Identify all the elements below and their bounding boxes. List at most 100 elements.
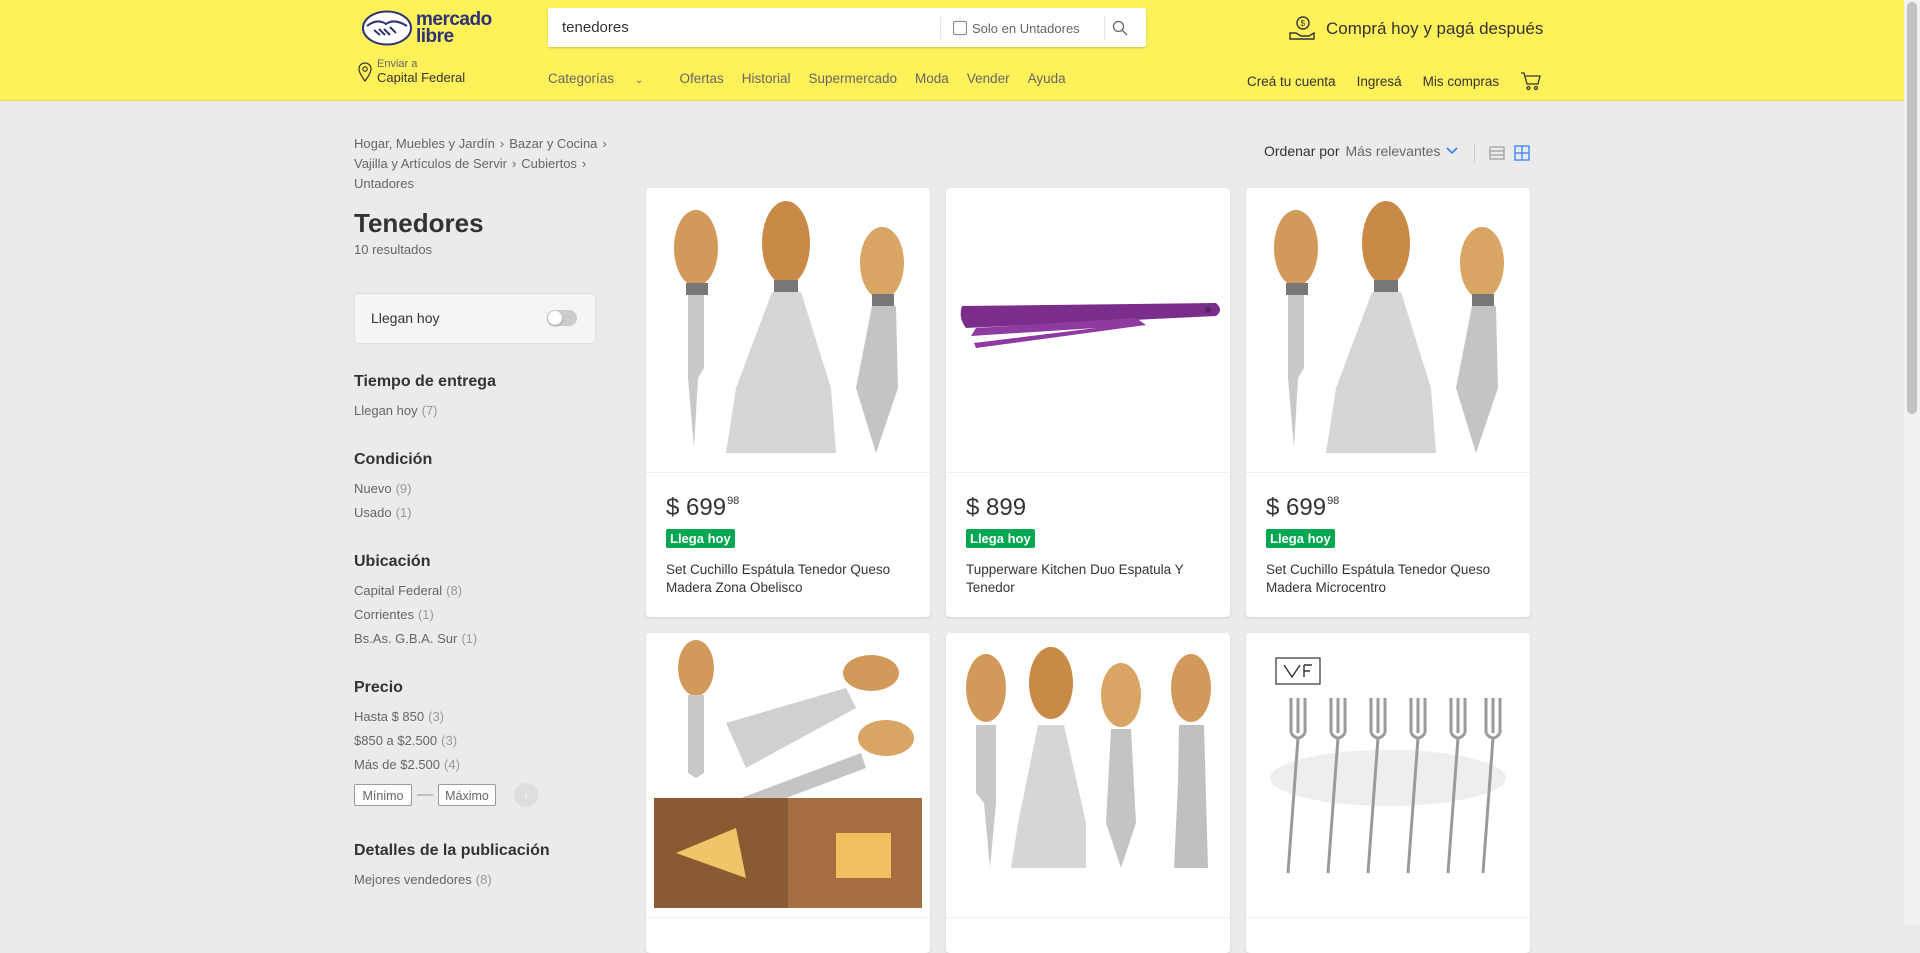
nav-supermercado[interactable]: Supermercado [808,71,897,86]
nav-ofertas[interactable]: Ofertas [679,71,723,86]
apply-price-button[interactable]: › [514,783,538,807]
product-title[interactable]: Tupperware Kitchen Duo Espatula Y Tenedo… [966,561,1206,597]
breadcrumb: Hogar, Muebles y Jardín › Bazar y Cocina › … [354,134,644,194]
filter-option[interactable]: Corrientes (1) [354,603,477,627]
purple-spatula-fork-image [960,303,1220,348]
product-card[interactable] [1246,633,1530,953]
result-count: 10 resultados [354,242,433,257]
filter-delivery: Tiempo de entrega Llegan hoy (7) [354,373,496,423]
filter-option[interactable]: Hasta $ 850 (3) [354,705,538,729]
filter-details: Detalles de la publicación Mejores vende… [354,842,550,892]
arrives-today-badge: Llega hoy [1266,529,1335,548]
list-view-icon[interactable] [1489,145,1505,161]
arrives-today-toggle-box: Llegan hoy [354,293,596,344]
nav-moda[interactable]: Moda [915,71,949,86]
search-button[interactable] [1104,16,1135,39]
view-toggle [1474,144,1530,162]
product-card[interactable] [646,633,930,953]
product-image[interactable] [646,188,930,473]
breadcrumb-item[interactable]: Vajilla y Artículos de Servir [354,156,507,171]
range-dash: — [417,786,433,803]
nav-historial[interactable]: Historial [742,71,791,86]
create-account-link[interactable]: Creá tu cuenta [1247,74,1336,89]
filter-price: Precio Hasta $ 850 (3) $850 a $2.500 (3) M… [354,679,538,807]
page-scrollbar[interactable] [1904,0,1920,925]
filter-option[interactable]: Mejores vendedores (8) [354,868,550,892]
search-icon [1112,20,1128,35]
product-card[interactable]: $ 69998 Llega hoy Set Cuchillo Espátula … [1246,188,1530,617]
grid-view-icon[interactable] [1514,145,1530,161]
product-card[interactable]: $ 899 Llega hoy Tupperware Kitchen Duo E… [946,188,1230,617]
breadcrumb-item[interactable]: Cubiertos [521,156,577,171]
toggle-knob [548,311,562,325]
toggle-label: Llegan hoy [371,310,440,326]
main-nav: Categorías ⌄ Ofertas Historial Supermerca… [548,71,1084,86]
promo-link[interactable]: $ Comprá hoy y pagá después [1288,14,1543,44]
breadcrumb-item[interactable]: Bazar y Cocina [509,136,597,151]
checkbox-label: Solo en Untadores [972,20,1080,36]
price-range: Mínimo — Máximo › [354,783,538,807]
search-bar: Solo en Untadores [548,8,1146,47]
cheese-knife-set-image [1274,201,1504,453]
chevron-right-icon: › [499,136,505,151]
filter-option[interactable]: Más de $2.500 (4) [354,753,538,777]
user-nav: Creá tu cuenta Ingresá Mis compras [1247,71,1542,91]
product-image[interactable] [946,188,1230,473]
page-title: Tenedores [354,208,484,238]
filter-option[interactable]: Bs.As. G.B.A. Sur (1) [354,627,477,651]
min-price-input[interactable]: Mínimo [354,784,412,806]
product-image[interactable] [946,633,1230,918]
location-selector[interactable]: Enviar a Capital Federal [358,58,465,86]
sort-dropdown[interactable]: Ordenar por Más relevantes [1264,143,1458,159]
nav-vender[interactable]: Vender [967,71,1010,86]
sort-value: Más relevantes [1345,143,1441,159]
chevron-right-icon: › [511,156,517,171]
max-price-input[interactable]: Máximo [438,784,496,806]
checkbox[interactable] [953,21,967,35]
mercadolibre-logo[interactable]: mercado libre [362,9,498,47]
nav-ayuda[interactable]: Ayuda [1028,71,1066,86]
cheese-knife-set-image [674,201,904,453]
product-title[interactable]: Set Cuchillo Espátula Tenedor Queso Made… [1266,561,1506,597]
promo-text: Comprá hoy y pagá después [1326,19,1544,38]
product-image[interactable] [1246,188,1530,473]
product-image[interactable] [1246,633,1530,918]
forks-set-image [1270,657,1506,874]
filter-option[interactable]: $850 a $2.500 (3) [354,729,538,753]
nav-categorias[interactable]: Categorías ⌄ [548,71,661,86]
location-label: Enviar a [377,58,418,70]
four-cheese-knives-image [966,647,1211,868]
search-input[interactable] [548,8,966,47]
breadcrumb-item[interactable]: Hogar, Muebles y Jardín [354,136,495,151]
filter-option[interactable]: Capital Federal (8) [354,579,477,603]
filter-title: Detalles de la publicación [354,842,550,859]
filter-option[interactable]: Llegan hoy (7) [354,399,496,423]
filter-option[interactable]: Nuevo (9) [354,477,432,501]
cheese-knives-with-cheese-image [654,640,922,908]
breadcrumb-item[interactable]: Untadores [354,176,414,191]
arrives-today-toggle[interactable] [547,310,577,326]
header: mercado libre Solo en Untadores $ Comprá… [0,0,1904,101]
filter-condition: Condición Nuevo (9) Usado (1) [354,451,432,525]
product-image[interactable] [646,633,930,918]
product-title[interactable]: Set Cuchillo Espátula Tenedor Queso Made… [666,561,906,597]
category-filter-checkbox[interactable]: Solo en Untadores [940,17,1080,39]
product-price: $ 69998 [666,494,740,521]
product-card[interactable] [946,633,1230,953]
cart-icon[interactable] [1520,71,1542,91]
login-link[interactable]: Ingresá [1357,74,1402,89]
filter-option[interactable]: Usado (1) [354,501,432,525]
logo-text-line2: libre [416,26,454,47]
my-purchases-link[interactable]: Mis compras [1423,74,1500,89]
scrollbar-thumb[interactable] [1907,2,1917,414]
location-pin-icon [358,62,372,82]
payment-hand-icon: $ [1289,16,1315,40]
product-card[interactable]: $ 69998 Llega hoy Set Cuchillo Espátula … [646,188,930,617]
arrives-today-badge: Llega hoy [666,529,735,548]
chevron-down-icon: ⌄ [635,75,644,86]
product-price: $ 899 [966,494,1027,521]
price-cents: 98 [727,495,740,507]
location-value: Capital Federal [377,70,466,85]
filter-title: Condición [354,451,433,468]
divider [1474,144,1475,162]
